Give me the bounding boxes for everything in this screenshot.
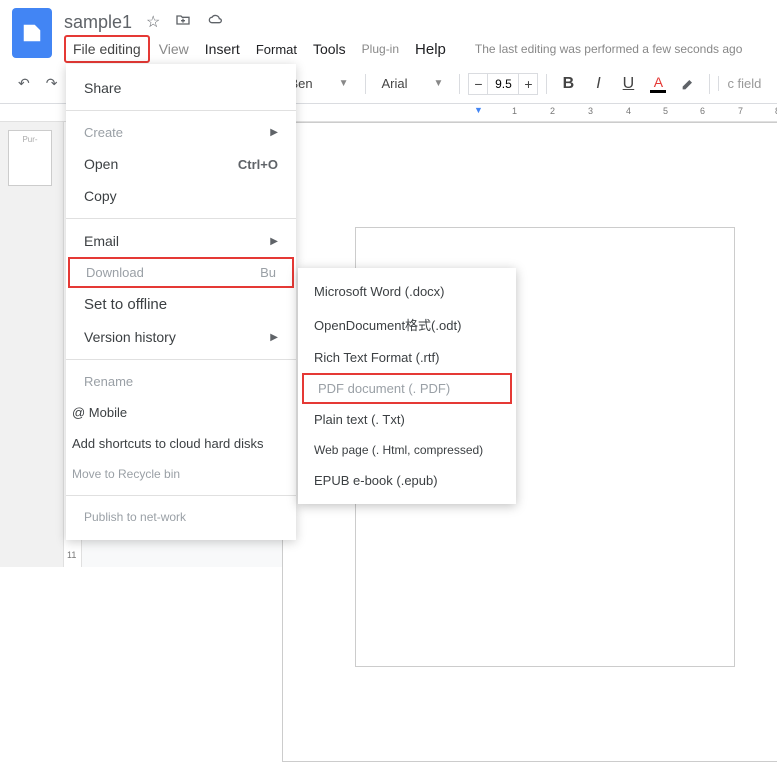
save-status: The last editing was performed a few sec… [475, 42, 742, 56]
separator [459, 74, 460, 94]
chevron-right-icon: ▶ [270, 127, 278, 138]
separator [66, 218, 296, 219]
menu-offline[interactable]: Set to offline [66, 288, 296, 321]
undo-icon[interactable]: ↶ [12, 71, 36, 96]
menu-cloud-shortcuts[interactable]: Add shortcuts to cloud hard disks [66, 428, 296, 459]
menu-download[interactable]: DownloadBu [68, 257, 294, 288]
ruler-tick: 5 [663, 106, 668, 116]
increase-font-button[interactable]: + [518, 73, 538, 95]
menu-copy[interactable]: Copy [66, 180, 296, 212]
download-pdf[interactable]: PDF document (. PDF) [302, 373, 512, 404]
menu-email[interactable]: Email▶ [66, 225, 296, 257]
menu-bar: File editing View Insert Format Tools Pl… [64, 36, 765, 62]
menu-create[interactable]: Create▶ [66, 117, 296, 148]
menu-insert[interactable]: Insert [198, 37, 247, 61]
separator [365, 74, 366, 94]
menu-tools[interactable]: Tools [306, 37, 353, 61]
highlight-button[interactable] [675, 71, 701, 97]
menu-help[interactable]: Help [408, 37, 453, 62]
underline-button[interactable]: U [615, 71, 641, 97]
bold-button[interactable]: B [555, 71, 581, 97]
color-bar [650, 90, 666, 93]
move-folder-icon[interactable] [174, 12, 192, 33]
menu-share[interactable]: Share [66, 72, 296, 104]
chevron-right-icon: ▶ [270, 236, 278, 247]
menu-rename[interactable]: Rename [66, 366, 296, 397]
font-select[interactable]: Arial ▼ [374, 72, 452, 95]
page-thumbnail[interactable]: Pur- [8, 130, 52, 186]
redo-icon[interactable]: ↷ [40, 71, 64, 96]
separator [546, 74, 547, 94]
document-title[interactable]: sample1 [64, 12, 132, 33]
star-icon[interactable]: ☆ [146, 12, 160, 32]
download-epub[interactable]: EPUB e-book (.epub) [298, 465, 516, 496]
text-color-label: A [654, 74, 663, 90]
header: sample1 ☆ File editing View Insert Forma… [0, 0, 777, 64]
download-rtf[interactable]: Rich Text Format (.rtf) [298, 342, 516, 373]
download-suffix: Bu [260, 265, 276, 280]
decrease-font-button[interactable]: − [468, 73, 488, 95]
menu-open[interactable]: OpenCtrl+O [66, 148, 296, 180]
font-select-label: Arial [382, 76, 408, 91]
separator [66, 359, 296, 360]
text-color-button[interactable]: A [645, 71, 671, 97]
ruler-tick: 7 [738, 106, 743, 116]
ruler-tick: 6 [700, 106, 705, 116]
download-txt[interactable]: Plain text (. Txt) [298, 404, 516, 435]
c-field[interactable]: c field [718, 76, 761, 91]
menu-file[interactable]: File editing [64, 35, 150, 63]
chevron-down-icon: ▼ [339, 78, 349, 89]
ruler-tick: 11 [67, 550, 76, 560]
download-docx[interactable]: Microsoft Word (.docx) [298, 276, 516, 307]
download-odt[interactable]: OpenDocument格式(.odt) [298, 307, 516, 342]
menu-publish[interactable]: Publish to net-work [66, 502, 296, 532]
font-size-control: − + [468, 73, 538, 95]
separator [66, 110, 296, 111]
shortcut-label: Ctrl+O [238, 157, 278, 172]
download-html[interactable]: Web page (. Html, compressed) [298, 435, 516, 465]
cloud-icon[interactable] [206, 12, 226, 33]
chevron-right-icon: ▶ [270, 332, 278, 343]
menu-mobile[interactable]: @ Mobile [66, 397, 296, 428]
menu-format[interactable]: Format [249, 38, 304, 61]
indent-marker-icon[interactable]: ▼ [474, 105, 483, 115]
thumbnail-panel: Pur- [0, 122, 64, 567]
docs-logo-icon[interactable] [12, 8, 52, 58]
ruler-tick: 3 [588, 106, 593, 116]
menu-version-history[interactable]: Version history▶ [66, 321, 296, 353]
ruler-tick: 2 [550, 106, 555, 116]
chevron-down-icon: ▼ [434, 78, 444, 89]
ruler-tick: 4 [626, 106, 631, 116]
menu-plugin[interactable]: Plug-in [355, 38, 406, 60]
italic-button[interactable]: I [585, 71, 611, 97]
menu-view[interactable]: View [152, 37, 196, 61]
download-submenu: Microsoft Word (.docx) OpenDocument格式(.o… [298, 268, 516, 504]
ruler-tick: 1 [512, 106, 517, 116]
menu-recycle[interactable]: Move to Recycle bin [66, 459, 296, 489]
font-size-input[interactable] [488, 73, 518, 95]
separator [66, 495, 296, 496]
separator [709, 74, 710, 94]
file-dropdown-menu: Share Create▶ OpenCtrl+O Copy Email▶ Dow… [66, 64, 296, 540]
